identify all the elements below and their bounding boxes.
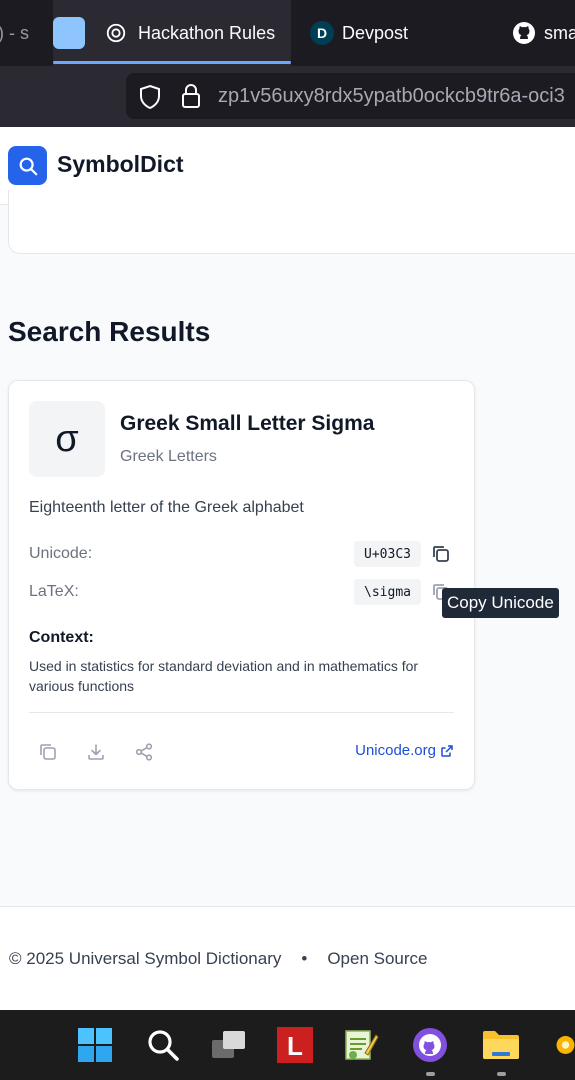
- tab-github[interactable]: sma: [504, 0, 575, 66]
- symbol-card: σ Greek Small Letter Sigma Greek Letters…: [8, 380, 475, 790]
- external-link-icon: [441, 744, 453, 757]
- github-running-indicator: [426, 1072, 435, 1076]
- chrome-canary-icon[interactable]: [556, 1026, 575, 1064]
- footer-line: © 2025 Universal Symbol Dictionary • Ope…: [9, 949, 428, 969]
- shield-icon[interactable]: [138, 84, 162, 110]
- footer-separator: •: [301, 949, 308, 968]
- logo[interactable]: [8, 146, 47, 185]
- copy-icon: [40, 744, 56, 760]
- notepad-plus-plus-icon[interactable]: [342, 1026, 380, 1064]
- taskbar: L: [0, 1010, 575, 1080]
- footer-open-source-link[interactable]: Open Source: [327, 949, 427, 969]
- unicode-org-label: Unicode.org: [355, 742, 436, 759]
- url-text[interactable]: zp1v56uxy8rdx5ypatb0ockcb9tr6a-oci3: [218, 85, 565, 108]
- brand-name[interactable]: SymbolDict: [57, 151, 184, 178]
- taskbar-search-icon[interactable]: [144, 1026, 182, 1064]
- latex-label: LaTeX:: [29, 583, 79, 600]
- file-explorer-icon[interactable]: [482, 1026, 520, 1064]
- address-bar[interactable]: zp1v56uxy8rdx5ypatb0ockcb9tr6a-oci3: [126, 73, 575, 119]
- copy-icon: [433, 546, 449, 562]
- download-icon: [88, 744, 104, 760]
- tab-favicon: [53, 17, 85, 49]
- tab-devpost[interactable]: D Devpost: [298, 0, 498, 66]
- unicode-value: U+03C3: [354, 541, 421, 567]
- lock-icon[interactable]: [180, 83, 202, 109]
- explorer-running-indicator: [497, 1072, 506, 1076]
- search-icon: [19, 157, 37, 175]
- github-desktop-icon[interactable]: [411, 1026, 449, 1064]
- windows-start-icon[interactable]: [76, 1026, 114, 1064]
- symbol-glyph: σ: [29, 401, 105, 477]
- symbol-name: Greek Small Letter Sigma: [120, 412, 375, 435]
- context-label: Context:: [29, 629, 94, 646]
- context-text: Used in statistics for standard deviatio…: [29, 658, 419, 694]
- footer-copyright: © 2025 Universal Symbol Dictionary: [9, 949, 282, 968]
- copy-unicode-tooltip: Copy Unicode: [442, 588, 559, 618]
- copy-unicode-button[interactable]: [430, 543, 452, 565]
- unicode-label: Unicode:: [29, 545, 93, 562]
- results-title: Search Results: [8, 316, 211, 347]
- browser-toolbar: zp1v56uxy8rdx5ypatb0ockcb9tr6a-oci3: [0, 66, 575, 127]
- share-button[interactable]: [133, 741, 155, 763]
- unicode-org-link[interactable]: Unicode.org: [355, 742, 454, 759]
- devpost-icon: D: [310, 21, 334, 45]
- symbol-description: Eighteenth letter of the Greek alphabet: [29, 499, 304, 516]
- svg-text:L: L: [287, 1031, 303, 1061]
- task-view-icon[interactable]: [210, 1026, 248, 1064]
- browser-tab-bar: ) - s Hackathon Rules D Devpost sma: [0, 0, 575, 66]
- tab-previous[interactable]: ) - s: [0, 0, 48, 66]
- copy-symbol-button[interactable]: [37, 741, 59, 763]
- share-icon: [135, 743, 153, 761]
- github-icon: [512, 21, 536, 45]
- search-panel: [8, 190, 575, 254]
- latex-value: \sigma: [354, 579, 421, 605]
- active-tab-indicator: [53, 61, 291, 64]
- tab-hackathon-rules[interactable]: Hackathon Rules: [53, 0, 291, 66]
- download-button[interactable]: [85, 741, 107, 763]
- symbol-category: Greek Letters: [120, 448, 217, 465]
- lastpass-icon[interactable]: L: [276, 1026, 314, 1064]
- page-footer: © 2025 Universal Symbol Dictionary • Ope…: [0, 906, 575, 1010]
- card-divider: [29, 712, 454, 713]
- openai-icon: [105, 22, 127, 44]
